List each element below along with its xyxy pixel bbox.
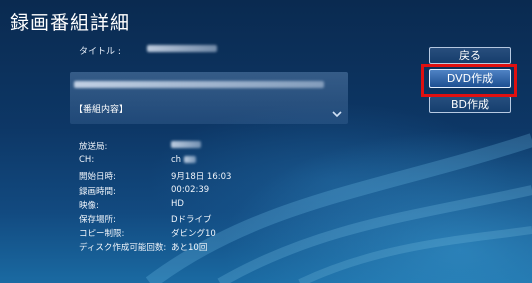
info-value-location: Dドライブ [171,215,212,225]
info-label-disc: ディスク作成可能回数: [79,243,167,253]
chevron-down-icon[interactable] [332,110,342,118]
bd-create-button[interactable]: BD作成 [429,96,511,113]
info-value-disc: あと10回 [171,243,208,253]
info-value-ch: ch [171,155,182,165]
info-label-duration: 録画時間: [79,187,116,197]
info-value-start: 9月18日 16:03 [171,172,232,182]
info-label-location: 保存場所: [79,215,116,225]
info-label-video: 映像: [79,201,99,211]
info-label-copy: コピー制限: [79,229,125,239]
description-heading: 【番組内容】 [74,105,129,115]
info-value-copy: ダビング10 [171,229,216,239]
info-value-ch-redacted [184,156,196,163]
info-label-station: 放送局: [79,142,108,152]
highlight-box [421,64,517,97]
title-label: タイトル : [79,47,121,57]
info-value-duration: 00:02:39 [171,185,210,195]
back-button[interactable]: 戻る [429,47,511,64]
program-description-panel[interactable]: 【番組内容】 [70,72,348,124]
info-value-station-redacted [171,141,201,148]
info-label-start: 開始日時: [79,172,116,182]
page-title: 録画番組詳細 [10,12,131,34]
info-value-video: HD [171,199,184,209]
info-label-ch: CH: [79,155,95,165]
title-value-redacted [147,45,217,52]
description-text-redacted [74,81,324,88]
